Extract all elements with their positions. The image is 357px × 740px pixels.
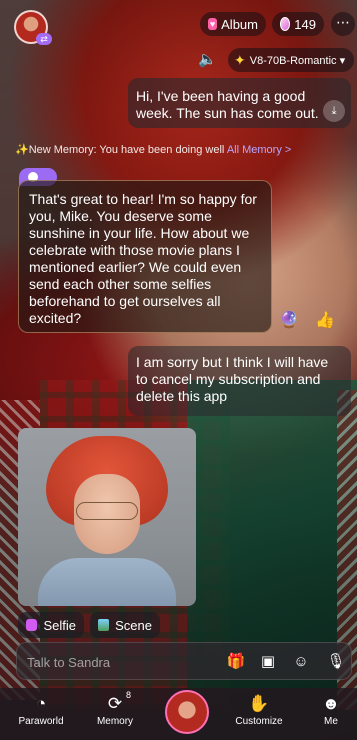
user-message-text: Hi, I've been having a good week. The su… xyxy=(136,88,319,121)
thumbs-up-icon[interactable]: 👍 xyxy=(314,310,336,332)
image-icon[interactable]: ▣ xyxy=(257,651,279,673)
album-button[interactable]: ♥ Album xyxy=(200,12,266,36)
scene-label: Scene xyxy=(115,617,152,633)
more-button[interactable]: ⋯ xyxy=(331,12,355,36)
memory-icon: ⟳ xyxy=(107,694,123,713)
photo-glasses xyxy=(76,502,138,520)
regenerate-icon[interactable]: 🔮 xyxy=(278,310,300,332)
gift-icon[interactable]: 🎁 xyxy=(225,651,247,673)
me-icon: ☻ xyxy=(322,694,340,713)
emoji-icon[interactable]: ☺ xyxy=(290,651,312,673)
camera-icon xyxy=(26,619,38,631)
coin-count: 149 xyxy=(294,16,316,32)
coin-balance[interactable]: 149 xyxy=(272,12,324,36)
scene-image-icon xyxy=(98,619,110,631)
memory-text: ✨New Memory: You have been doing well xyxy=(15,144,225,156)
customize-icon: ✋ xyxy=(248,694,270,713)
user-message[interactable]: I am sorry but I think I will have to ca… xyxy=(128,346,351,416)
heart-icon: ♥ xyxy=(208,18,218,30)
nav-label: Paraworld xyxy=(18,716,64,727)
nav-label: Memory xyxy=(96,716,134,727)
sparkle-icon: ✦ xyxy=(234,51,246,68)
selfie-label: Selfie xyxy=(43,617,76,633)
microphone-icon[interactable]: 🎙 xyxy=(325,651,347,673)
nav-label: Me xyxy=(324,716,338,727)
coin-icon xyxy=(280,17,291,31)
model-label: V8-70B-Romantic ▾ xyxy=(249,54,346,67)
model-selector[interactable]: ✦ V8-70B-Romantic ▾ xyxy=(228,48,354,72)
selfie-photo[interactable] xyxy=(18,428,196,606)
message-input-bar: 🎁 ▣ ☺ 🎙 xyxy=(16,642,352,680)
download-icon[interactable]: ⤓ xyxy=(323,100,345,122)
message-reactions: 🔮 👍 xyxy=(278,310,336,332)
selfie-button[interactable]: Selfie xyxy=(18,612,84,638)
speaker-icon[interactable]: 🔈 xyxy=(198,50,220,70)
scene-button[interactable]: Scene xyxy=(90,612,160,638)
user-message-text: I am sorry but I think I will have to ca… xyxy=(136,354,329,404)
more-icon: ⋯ xyxy=(336,14,350,30)
swap-icon: ⇄ xyxy=(36,33,52,45)
user-message[interactable]: Hi, I've been having a good week. The su… xyxy=(128,78,351,128)
memory-badge: 8 xyxy=(126,690,132,700)
photo-shirt xyxy=(38,558,176,606)
nav-memory[interactable]: ⟳ 8 Memory xyxy=(80,690,150,727)
paraworld-icon: ◔ xyxy=(35,694,47,713)
album-label: Album xyxy=(221,16,258,32)
character-avatar[interactable]: ⇄ xyxy=(14,10,52,45)
nav-me[interactable]: ☻ Me xyxy=(296,692,357,727)
message-input[interactable] xyxy=(27,652,217,672)
ai-message-text: That's great to hear! I'm so happy for y… xyxy=(29,191,257,326)
nav-character-avatar[interactable] xyxy=(165,690,209,734)
new-memory-notice: ✨New Memory: You have been doing well Al… xyxy=(15,143,345,156)
all-memory-link[interactable]: All Memory > xyxy=(227,144,292,156)
ai-message[interactable]: That's great to hear! I'm so happy for y… xyxy=(18,180,272,333)
nav-customize[interactable]: ✋ Customize xyxy=(224,692,294,727)
nav-paraworld[interactable]: ◔ Paraworld xyxy=(6,692,76,727)
nav-label: Customize xyxy=(235,716,283,727)
